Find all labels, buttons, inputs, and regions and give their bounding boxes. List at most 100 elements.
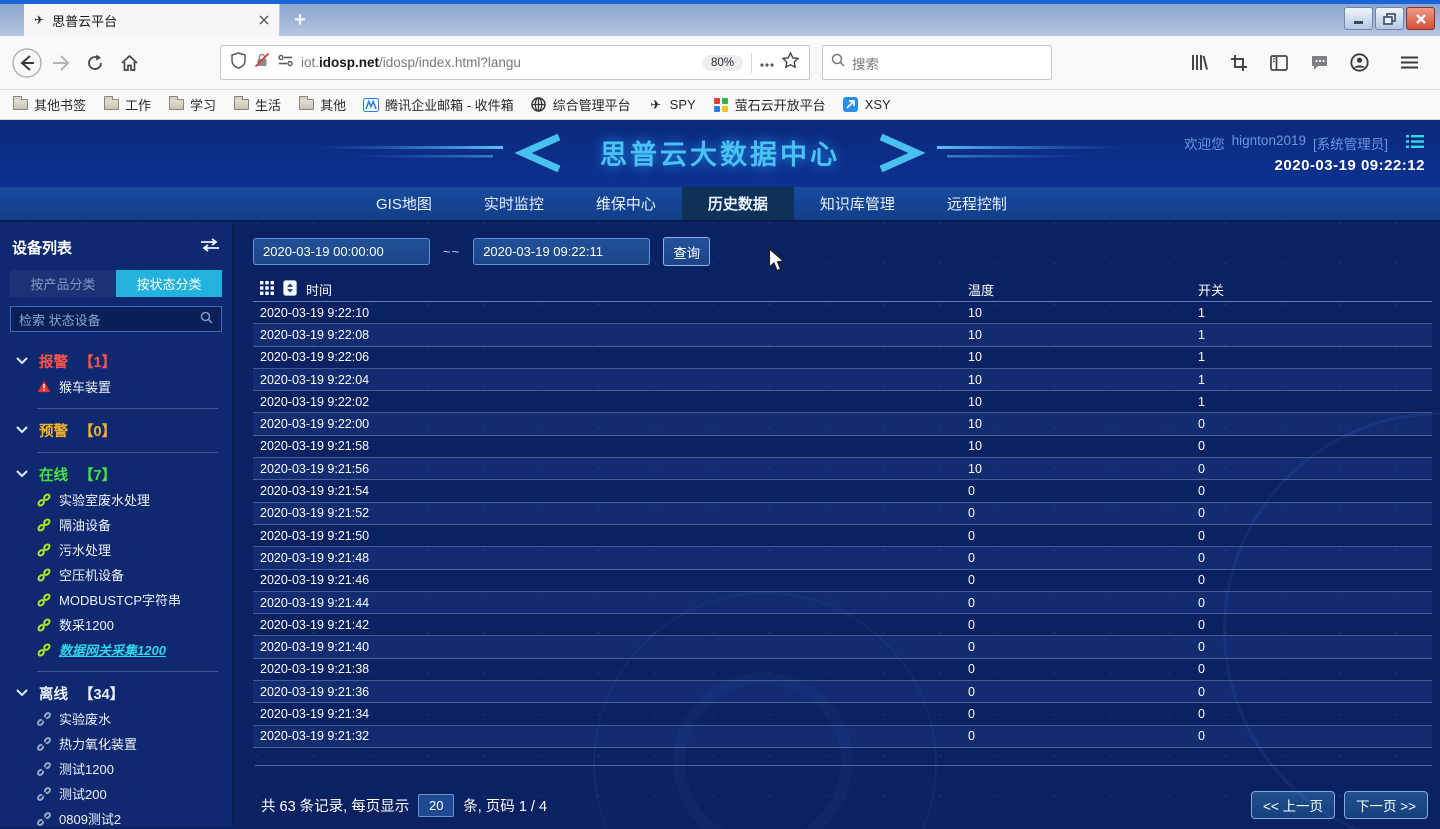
device-item[interactable]: 隔油设备: [0, 512, 232, 537]
page-size-input[interactable]: 20: [418, 794, 454, 817]
page-actions-icon[interactable]: [760, 54, 774, 72]
library-icon[interactable]: [1182, 46, 1216, 80]
table-row[interactable]: 2020-03-19 9:21:46 0 0: [253, 570, 1432, 592]
device-item[interactable]: 实验室废水处理: [0, 487, 232, 512]
sidebar-toggle-icon[interactable]: [1262, 46, 1296, 80]
url-bar[interactable]: iot.idosp.net/idosp/index.html?langu 80%: [220, 45, 810, 80]
menu-list-icon[interactable]: [1406, 134, 1424, 154]
user-info: 欢迎您 hignton2019 [系统管理员]: [1184, 133, 1388, 153]
shield-icon[interactable]: [231, 52, 246, 74]
table-row[interactable]: 2020-03-19 9:21:36 0 0: [253, 681, 1432, 703]
close-button[interactable]: [1406, 7, 1435, 30]
table-row[interactable]: 2020-03-19 9:21:56 10 0: [253, 458, 1432, 480]
device-item[interactable]: 测试200: [0, 781, 232, 806]
table-row[interactable]: 2020-03-19 9:22:04 10 1: [253, 369, 1432, 391]
home-button[interactable]: [112, 46, 146, 80]
tree-group-warn[interactable]: 预警【0】: [0, 417, 232, 443]
account-icon[interactable]: [1342, 46, 1376, 80]
table-row[interactable]: 2020-03-19 9:21:48 0 0: [253, 547, 1432, 569]
device-item[interactable]: 污水处理: [0, 537, 232, 562]
table-row[interactable]: 2020-03-19 9:22:02 10 1: [253, 391, 1432, 413]
bookmark-item[interactable]: 生活: [233, 95, 281, 114]
table-row[interactable]: 2020-03-19 9:22:08 10 1: [253, 324, 1432, 346]
table-row[interactable]: 2020-03-19 9:21:34 0 0: [253, 703, 1432, 725]
column-picker-grid-icon[interactable]: [260, 281, 274, 298]
table-row[interactable]: 2020-03-19 9:21:52 0 0: [253, 503, 1432, 525]
tree-group-offline[interactable]: 离线【34】: [0, 680, 232, 706]
device-item[interactable]: 热力氧化装置: [0, 731, 232, 756]
device-item[interactable]: 数采1200: [0, 612, 232, 637]
device-item[interactable]: 测试1200: [0, 756, 232, 781]
mail-icon: [363, 97, 379, 112]
table-row[interactable]: 2020-03-19 9:22:10 10 1: [253, 302, 1432, 324]
table-header: 时间 温度 开关: [253, 277, 1432, 302]
prev-page-button[interactable]: << 上一页: [1251, 791, 1335, 819]
bookmark-item[interactable]: 萤石云开放平台: [713, 95, 826, 114]
dots4-icon: [713, 97, 729, 112]
screenshot-icon[interactable]: [1222, 46, 1256, 80]
bookmark-item[interactable]: 工作: [103, 95, 151, 114]
nav-tab[interactable]: 维保中心: [570, 187, 682, 220]
bookmark-item[interactable]: 其他: [298, 95, 346, 114]
table-row[interactable]: 2020-03-19 9:21:50 0 0: [253, 525, 1432, 547]
restore-button[interactable]: [1375, 7, 1404, 30]
query-button[interactable]: 查询: [663, 237, 710, 266]
column-header-temperature[interactable]: 温度: [968, 280, 1198, 299]
insecure-lock-icon[interactable]: [254, 52, 270, 73]
tree-group-online[interactable]: 在线【7】: [0, 461, 232, 487]
cell-time: 2020-03-19 9:21:34: [260, 707, 968, 721]
messages-icon[interactable]: [1302, 46, 1336, 80]
table-row[interactable]: 2020-03-19 9:21:40 0 0: [253, 636, 1432, 658]
device-item[interactable]: MODBUSTCP字符串: [0, 587, 232, 612]
zoom-level-badge[interactable]: 80%: [702, 55, 743, 71]
sort-icon[interactable]: [283, 280, 297, 299]
table-row[interactable]: 2020-03-19 9:21:44 0 0: [253, 592, 1432, 614]
table-row[interactable]: 2020-03-19 9:22:00 10 0: [253, 413, 1432, 435]
device-item[interactable]: 猴车装置: [0, 374, 232, 399]
next-page-button[interactable]: 下一页 >>: [1344, 791, 1428, 819]
nav-tab[interactable]: GIS地图: [350, 187, 458, 220]
forward-button[interactable]: [44, 46, 78, 80]
tree-group-alarm[interactable]: 报警【1】: [0, 348, 232, 374]
new-tab-button[interactable]: +: [280, 4, 320, 36]
back-button[interactable]: [10, 46, 44, 80]
table-row[interactable]: 2020-03-19 9:21:54 0 0: [253, 480, 1432, 502]
device-item[interactable]: 实验废水: [0, 706, 232, 731]
reload-button[interactable]: [78, 46, 112, 80]
nav-tab[interactable]: 实时监控: [458, 187, 570, 220]
bookmark-item[interactable]: ✈ SPY: [648, 97, 696, 112]
device-search-input[interactable]: 检索 状态设备: [10, 306, 222, 332]
table-row[interactable]: 2020-03-19 9:21:32 0 0: [253, 726, 1432, 748]
start-datetime-input[interactable]: 2020-03-19 00:00:00: [253, 238, 430, 265]
minimize-button[interactable]: [1344, 7, 1373, 30]
bookmark-item[interactable]: 学习: [168, 95, 216, 114]
globe-icon: [531, 97, 547, 112]
search-bar[interactable]: 搜索: [822, 45, 1052, 80]
table-row[interactable]: 2020-03-19 9:21:42 0 0: [253, 614, 1432, 636]
close-tab-icon[interactable]: [259, 15, 269, 25]
bookmark-item[interactable]: 综合管理平台: [531, 95, 631, 114]
nav-tab[interactable]: 远程控制: [921, 187, 1033, 220]
table-row[interactable]: 2020-03-19 9:22:06 10 1: [253, 347, 1432, 369]
device-item[interactable]: 空压机设备: [0, 562, 232, 587]
end-datetime-input[interactable]: 2020-03-19 09:22:11: [473, 238, 650, 265]
bookmark-item[interactable]: 腾讯企业邮箱 - 收件箱: [363, 95, 514, 114]
cell-time: 2020-03-19 9:21:56: [260, 462, 968, 476]
sidebar-tab[interactable]: 按状态分类: [116, 270, 222, 297]
table-row[interactable]: 2020-03-19 9:21:38 0 0: [253, 659, 1432, 681]
collapse-swap-icon[interactable]: [200, 238, 220, 257]
permissions-icon[interactable]: [278, 54, 293, 72]
device-item[interactable]: 数据网关采集1200: [0, 637, 232, 662]
menu-icon[interactable]: [1392, 46, 1426, 80]
browser-tab[interactable]: ✈ 思普云平台: [24, 4, 280, 36]
column-header-time[interactable]: 时间: [306, 280, 332, 299]
sidebar-tab[interactable]: 按产品分类: [10, 270, 116, 297]
bookmark-item[interactable]: XSY: [843, 97, 891, 112]
bookmark-star-icon[interactable]: [782, 52, 799, 73]
device-item[interactable]: 0809测试2: [0, 806, 232, 827]
nav-tab[interactable]: 知识库管理: [794, 187, 921, 220]
nav-tab[interactable]: 历史数据: [682, 187, 794, 220]
bookmark-item[interactable]: 其他书签: [12, 95, 86, 114]
column-header-switch[interactable]: 开关: [1198, 280, 1432, 299]
table-row[interactable]: 2020-03-19 9:21:58 10 0: [253, 436, 1432, 458]
